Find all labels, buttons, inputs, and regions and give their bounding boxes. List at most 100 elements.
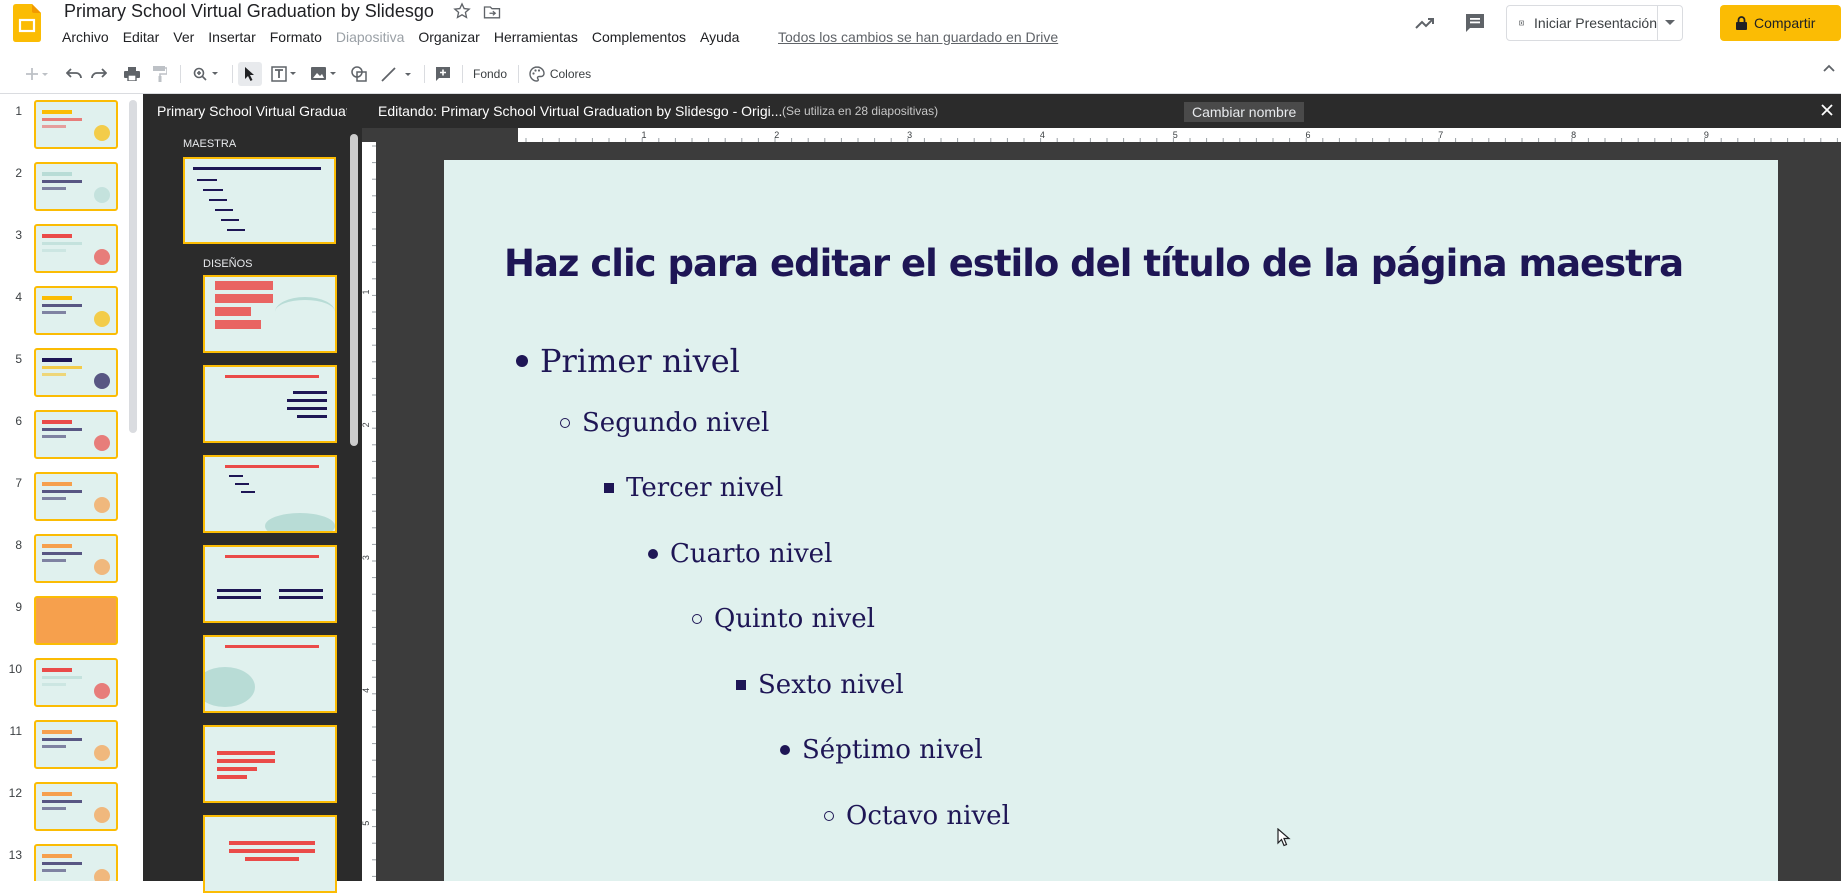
select-tool-button[interactable] (238, 62, 262, 86)
menu-item-herramientas[interactable]: Herramientas (494, 29, 578, 49)
print-icon (124, 67, 140, 81)
undo-button[interactable] (64, 62, 84, 86)
filmstrip-scrollbar[interactable] (129, 100, 137, 433)
bullet-text: Segundo nivel (582, 407, 770, 438)
filmstrip-slide[interactable]: 5 (0, 348, 130, 402)
slide-title-placeholder[interactable]: Haz clic para editar el estilo del títul… (504, 242, 1684, 285)
bullet-level-5[interactable]: Quinto nivel (692, 604, 875, 634)
bullet-level-7[interactable]: Séptimo nivel (780, 735, 983, 765)
layout-thumbnail[interactable] (203, 365, 337, 443)
zoom-button[interactable] (188, 62, 224, 86)
toolbar: Fondo Colores (0, 54, 1841, 94)
slide-thumbnail[interactable] (34, 534, 118, 583)
filmstrip-slide[interactable]: 8 (0, 534, 130, 588)
slide-thumbnail[interactable] (34, 100, 118, 149)
slide-thumbnail[interactable] (34, 472, 118, 521)
layout-thumbnail[interactable] (203, 455, 337, 533)
filmstrip-slide[interactable]: 9 (0, 596, 130, 650)
filmstrip-slide[interactable]: 2 (0, 162, 130, 216)
filmstrip-slide[interactable]: 11 (0, 720, 130, 774)
filmstrip-slide[interactable]: 10 (0, 658, 130, 712)
layout-thumbnail[interactable] (203, 635, 337, 713)
star-icon[interactable] (452, 1, 472, 21)
rename-button[interactable]: Cambiar nombre (1184, 102, 1305, 122)
activity-trend-icon[interactable] (1413, 11, 1437, 35)
slide-thumbnail[interactable] (34, 782, 118, 831)
menu-item-formato[interactable]: Formato (270, 29, 322, 49)
square-bullet-icon (604, 483, 614, 493)
layouts-panel: Primary School Virtual Graduation by Sli… (143, 94, 362, 893)
layout-thumbnail[interactable] (203, 275, 337, 353)
ruler-tick-label: 1 (641, 130, 646, 140)
slide-thumbnail[interactable] (34, 224, 118, 273)
master-thumbnail[interactable] (183, 157, 336, 244)
slide-thumbnail[interactable] (34, 720, 118, 769)
present-options-dropdown[interactable] (1657, 6, 1682, 40)
vertical-ruler[interactable]: 1 2 3 4 5 (362, 142, 376, 881)
filmstrip-slide[interactable]: 13 (0, 844, 130, 881)
menu-item-organizar[interactable]: Organizar (418, 29, 479, 49)
bullet-level-4[interactable]: Cuarto nivel (648, 539, 832, 569)
background-label: Fondo (472, 67, 508, 81)
menu-item-ayuda[interactable]: Ayuda (700, 29, 739, 49)
save-status-link[interactable]: Todos los cambios se han guardado en Dri… (778, 29, 1058, 45)
slide-thumbnail[interactable] (34, 658, 118, 707)
filmstrip-slide[interactable]: 4 (0, 286, 130, 340)
menu-item-archivo[interactable]: Archivo (62, 29, 109, 49)
layout-thumbnail[interactable] (203, 545, 337, 623)
start-presentation-button[interactable]: Iniciar Presentación (1507, 6, 1657, 40)
master-editor: Primary School Virtual Graduation by Sli… (143, 94, 1841, 893)
menu-item-insertar[interactable]: Insertar (208, 29, 255, 49)
background-button[interactable]: Fondo (468, 62, 512, 86)
theme-name[interactable]: Primary School Virtual Graduation by Sli… (157, 103, 347, 119)
bullet-level-1[interactable]: Primer nivel (516, 342, 740, 380)
filmstrip-slide[interactable]: 12 (0, 782, 130, 836)
slide-thumbnail[interactable] (34, 286, 118, 335)
insert-image-button[interactable] (308, 62, 340, 86)
bullet-level-6[interactable]: Sexto nivel (736, 670, 904, 700)
slide-thumbnail[interactable] (34, 410, 118, 459)
ruler-tick-label: 2 (362, 422, 371, 427)
menu-item-ver[interactable]: Ver (173, 29, 194, 49)
shape-tool-button[interactable] (348, 62, 370, 86)
menu-bar: Archivo Editar Ver Insertar Formato Diapositi… (62, 29, 753, 49)
bullet-level-8[interactable]: Octavo nivel (824, 801, 1010, 831)
square-bullet-icon (736, 679, 746, 690)
menu-item-complementos[interactable]: Complementos (592, 29, 686, 49)
filmstrip-slide[interactable]: 3 (0, 224, 130, 278)
slide-thumbnail[interactable] (34, 844, 118, 881)
cursor-arrow-icon (245, 67, 254, 81)
text-box-tool-button[interactable] (268, 62, 300, 86)
filmstrip-slide[interactable]: 6 (0, 410, 130, 464)
layout-thumbnail[interactable] (203, 815, 337, 893)
filmstrip-slide[interactable]: 1 (0, 100, 130, 154)
slide-thumbnail[interactable] (34, 162, 118, 211)
layout-thumbnail[interactable] (203, 725, 337, 803)
slide-thumbnail[interactable] (34, 596, 118, 645)
slides-logo-icon[interactable] (13, 4, 41, 42)
menu-item-editar[interactable]: Editar (123, 29, 160, 49)
bullet-level-3[interactable]: Tercer nivel (604, 473, 783, 503)
close-icon[interactable] (1821, 104, 1833, 116)
redo-button[interactable] (89, 62, 109, 86)
mouse-cursor-icon (1277, 828, 1291, 847)
collapse-menus-icon[interactable] (1823, 64, 1835, 72)
comments-icon[interactable] (1463, 11, 1487, 35)
colors-button[interactable]: Colores (526, 62, 594, 86)
slide-thumbnail[interactable] (34, 348, 118, 397)
bullet-level-2[interactable]: Segundo nivel (560, 408, 769, 438)
horizontal-ruler[interactable]: 1 2 3 4 5 6 7 8 9 (518, 128, 1841, 142)
print-button[interactable] (122, 62, 142, 86)
move-folder-icon[interactable] (482, 2, 502, 22)
master-slide[interactable]: Haz clic para editar el estilo del títul… (444, 160, 1778, 881)
new-slide-button[interactable] (20, 62, 54, 86)
menu-item-diapositiva[interactable]: Diapositiva (336, 29, 404, 49)
add-comment-button[interactable] (432, 62, 454, 86)
layouts-scrollbar[interactable] (350, 134, 358, 446)
document-title[interactable]: Primary School Virtual Graduation by Sli… (64, 1, 434, 22)
bullet-text: Tercer nivel (626, 473, 784, 503)
paint-format-button[interactable] (150, 62, 170, 86)
line-tool-button[interactable] (378, 62, 416, 86)
filmstrip-slide[interactable]: 7 (0, 472, 130, 526)
share-button[interactable]: Compartir (1720, 5, 1841, 41)
